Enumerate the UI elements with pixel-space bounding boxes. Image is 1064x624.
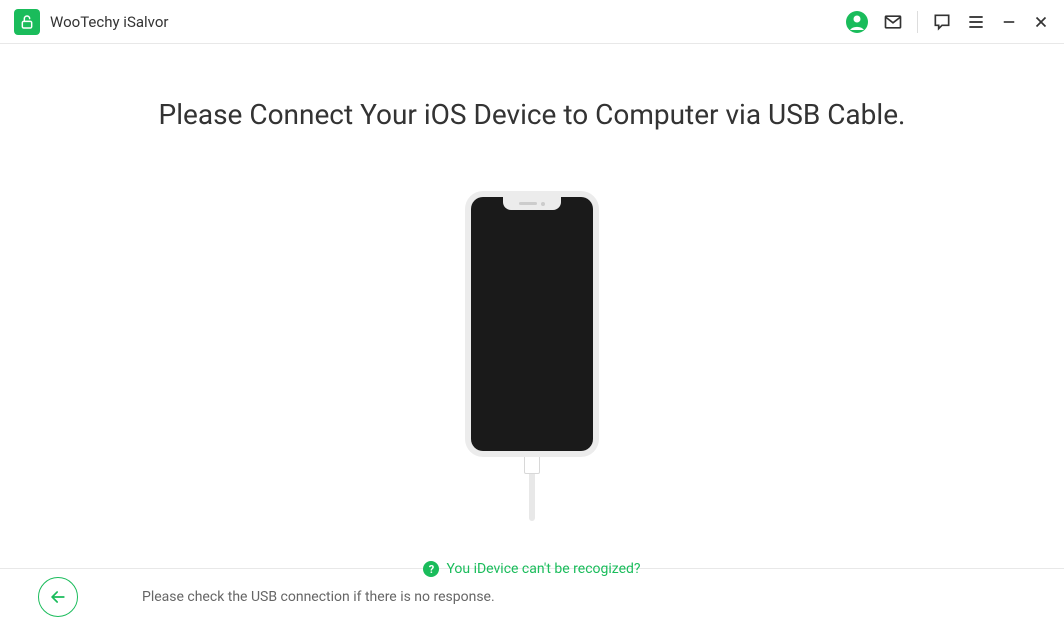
lock-icon <box>19 14 35 30</box>
header-left: WooTechy iSalvor <box>14 9 168 35</box>
chat-icon <box>932 12 952 32</box>
help-link[interactable]: ? You iDevice can't be recogized? <box>423 561 640 577</box>
menu-button[interactable] <box>966 12 986 32</box>
app-logo <box>14 9 40 35</box>
phone-speaker <box>519 202 537 205</box>
question-icon: ? <box>423 561 439 577</box>
close-icon <box>1032 13 1050 31</box>
back-button[interactable] <box>38 577 78 617</box>
footer-hint: Please check the USB connection if there… <box>142 589 495 605</box>
mail-button[interactable] <box>883 12 903 32</box>
help-link-text: You iDevice can't be recogized? <box>446 561 640 577</box>
account-button[interactable] <box>845 10 869 34</box>
hamburger-icon <box>966 12 986 32</box>
instruction-title: Please Connect Your iOS Device to Comput… <box>159 98 906 131</box>
feedback-button[interactable] <box>932 12 952 32</box>
mail-icon <box>883 12 903 32</box>
header-divider <box>917 11 918 33</box>
minimize-icon <box>1000 13 1018 31</box>
cable-connector <box>524 455 540 475</box>
phone-illustration <box>462 191 602 521</box>
minimize-button[interactable] <box>1000 13 1018 31</box>
header-bar: WooTechy iSalvor <box>0 0 1064 44</box>
phone-notch <box>503 197 561 210</box>
main-content: Please Connect Your iOS Device to Comput… <box>0 44 1064 568</box>
user-circle-icon <box>845 10 869 34</box>
phone-camera-dot <box>541 202 545 206</box>
phone-screen <box>471 197 593 451</box>
header-right <box>845 10 1050 34</box>
phone-body <box>465 191 599 457</box>
app-title: WooTechy iSalvor <box>50 13 168 31</box>
cable-wire <box>529 474 535 521</box>
arrow-left-icon <box>48 587 68 607</box>
close-button[interactable] <box>1032 13 1050 31</box>
